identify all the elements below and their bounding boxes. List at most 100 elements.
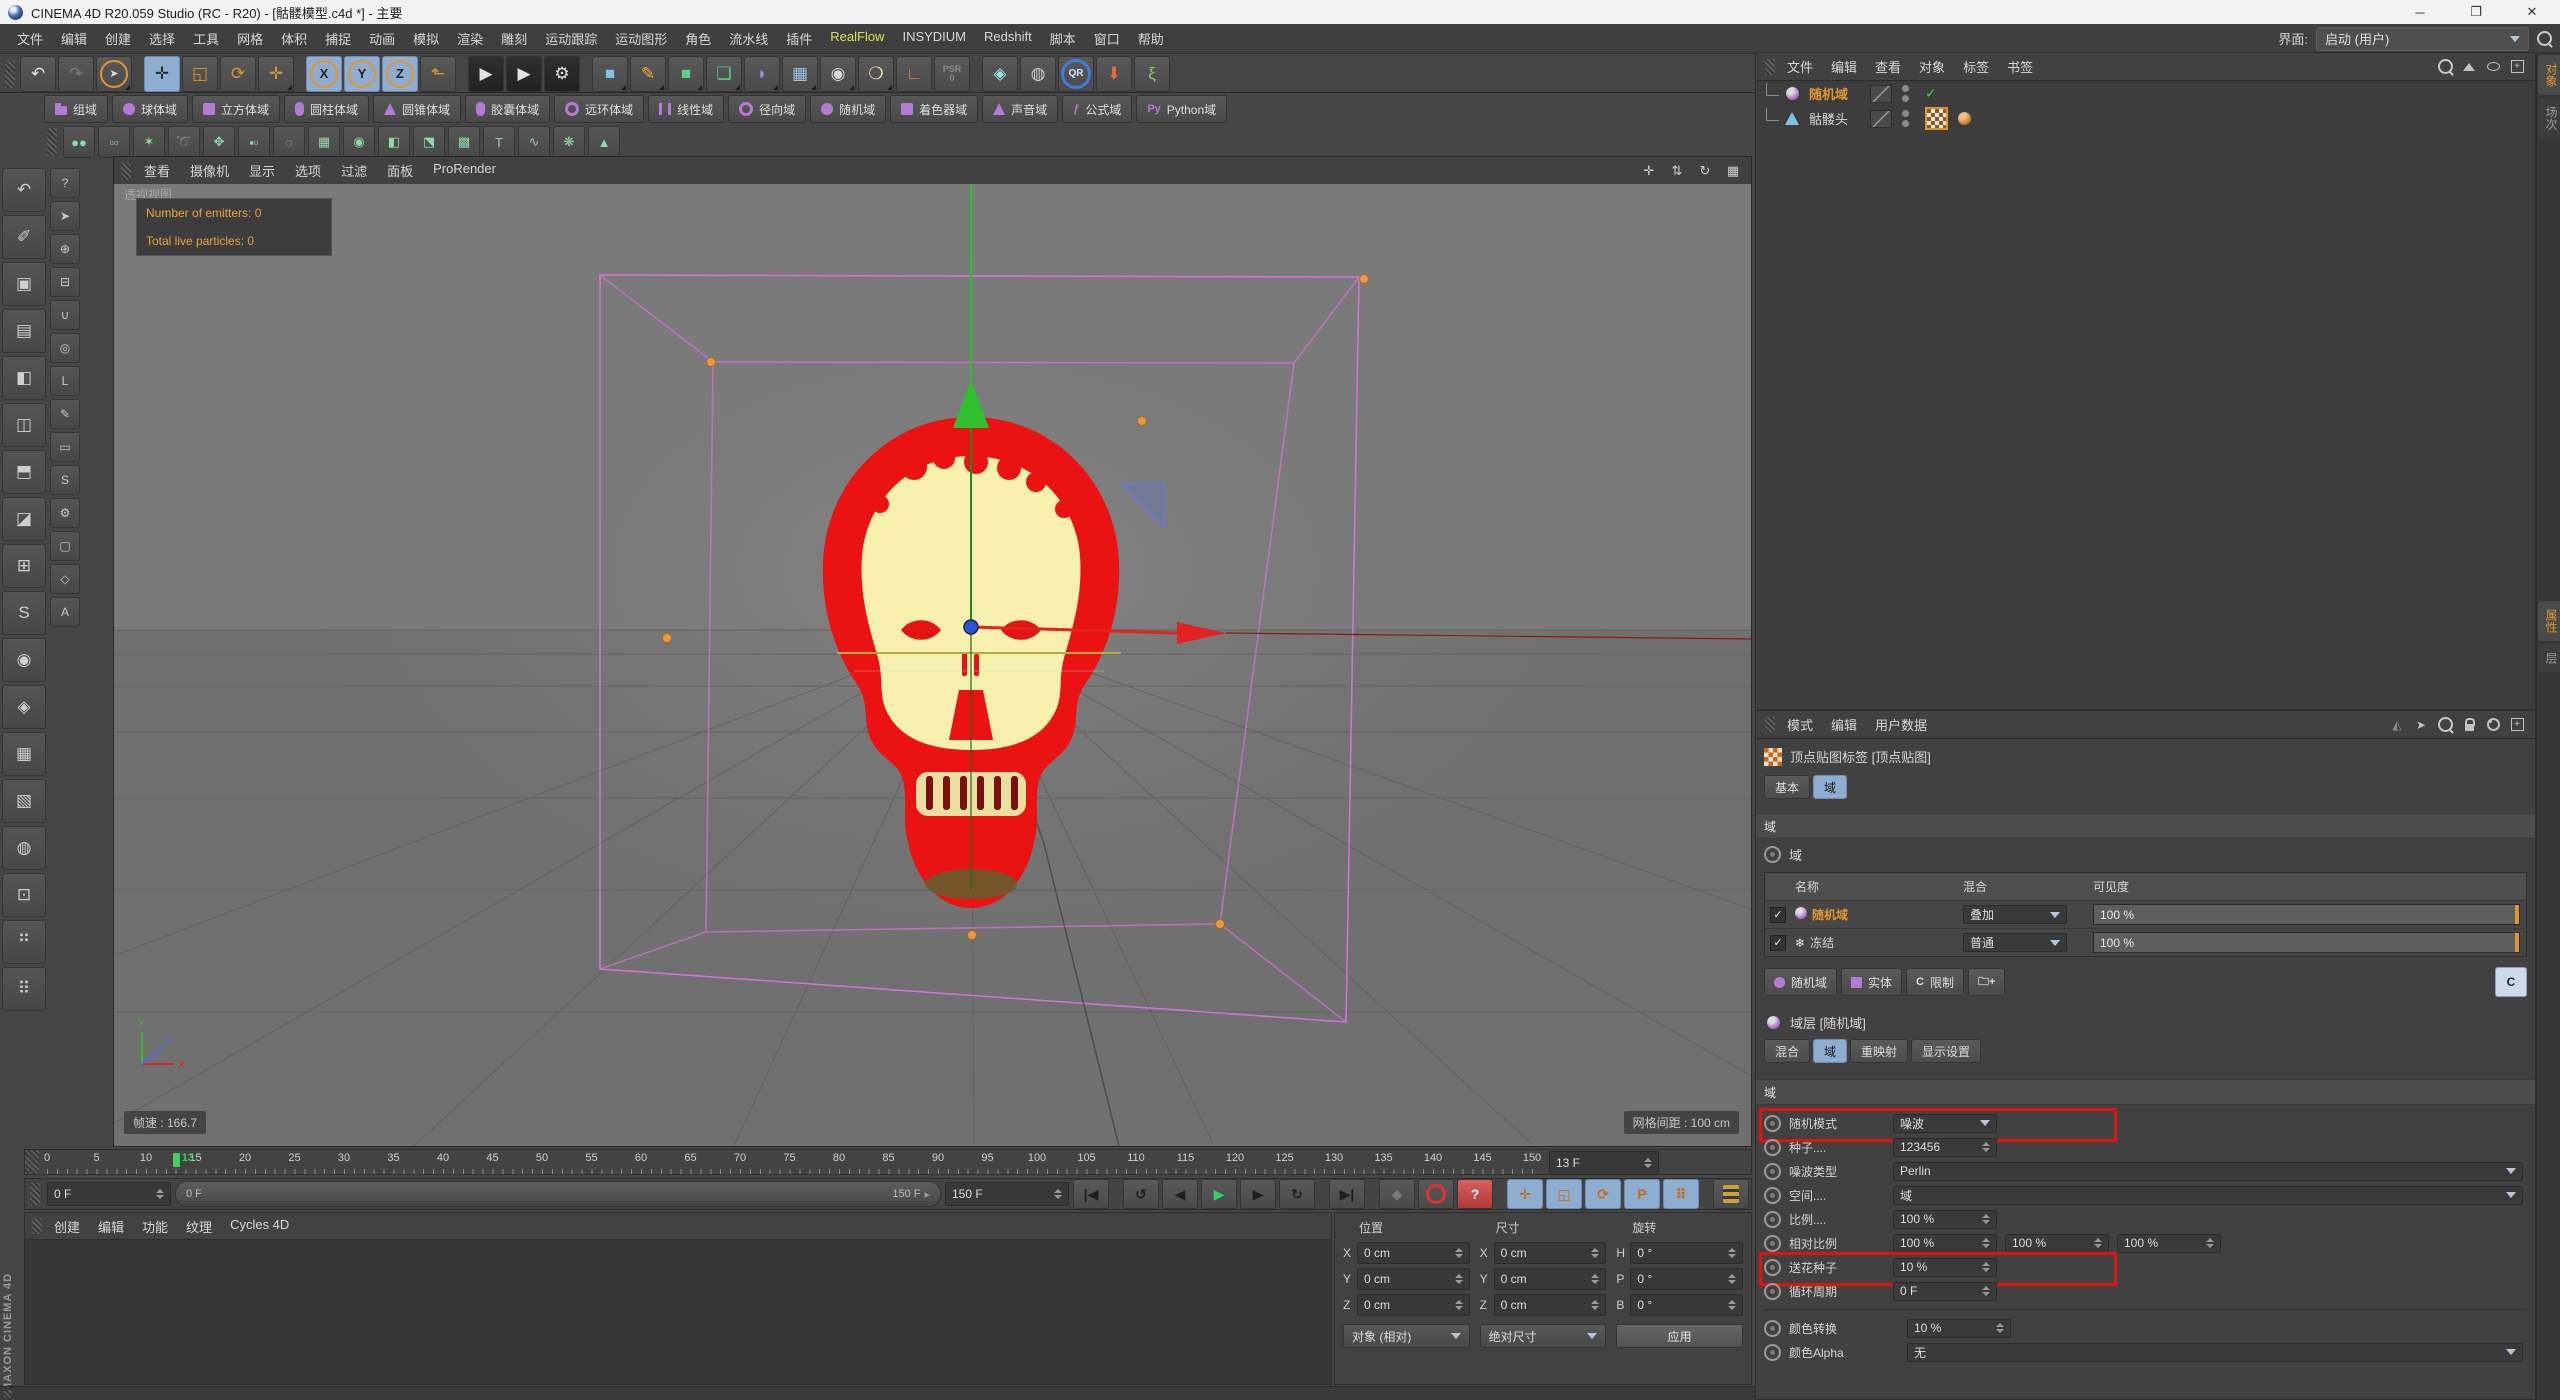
next-key-button[interactable]: ↻ (1279, 1179, 1315, 1209)
menu-item-标签[interactable]: 标签 (1954, 57, 1998, 76)
stepper-icon[interactable] (1591, 1300, 1599, 1310)
viewport-menu-过滤[interactable]: 过滤 (331, 161, 377, 180)
cone-icon[interactable] (1783, 110, 1801, 128)
left-tool-icon[interactable]: ⚙ (50, 498, 80, 528)
stepper-icon[interactable] (1644, 1158, 1652, 1168)
mograph-tool-icon[interactable]: ▲ (588, 126, 620, 158)
stepper-icon[interactable] (2094, 1238, 2102, 1248)
prev-frame-button[interactable]: ◀ (1162, 1179, 1198, 1209)
menu-item-模拟[interactable]: 模拟 (404, 29, 448, 48)
menu-item-编辑[interactable]: 编辑 (1822, 715, 1866, 734)
left-tool-icon[interactable]: ▤ (2, 309, 46, 353)
film-button[interactable] (1713, 1179, 1749, 1209)
object-row-骷髅头[interactable]: 骷髅头 (1756, 106, 2535, 131)
vertex-map-tag-icon[interactable] (1925, 107, 1948, 130)
field-button-胶囊体域[interactable]: 胶囊体域 (465, 95, 550, 123)
menu-item-帮助[interactable]: 帮助 (1129, 29, 1173, 48)
sphere-wireframe-icon[interactable]: ◍ (1020, 56, 1056, 92)
apply-button[interactable]: 应用 (1616, 1324, 1743, 1348)
scene-3d-view[interactable]: Y X Z (114, 184, 1751, 1146)
stepper-icon[interactable] (1982, 1238, 1990, 1248)
keyframe-scale-button[interactable]: ◱ (1546, 1179, 1582, 1209)
radio-icon[interactable] (1764, 1115, 1781, 1132)
viewport-menu-选项[interactable]: 选项 (285, 161, 331, 180)
param-spinner[interactable]: 100 % (1893, 1234, 1997, 1253)
field-button-Python域[interactable]: Py Python域 (1136, 95, 1227, 123)
coord-field-旋转-P[interactable]: P 0 ° (1616, 1268, 1743, 1290)
home-icon[interactable] (2461, 59, 2477, 75)
field-button-线性域[interactable]: 线性域 (648, 95, 724, 123)
rotate-icon[interactable]: ⟳ (220, 56, 256, 92)
radio-icon[interactable] (1764, 1283, 1781, 1300)
stepper-icon[interactable] (2206, 1238, 2214, 1248)
radio-icon[interactable] (1764, 1139, 1781, 1156)
minimize-icon[interactable]: ─ (2392, 0, 2448, 24)
preview-range-slider[interactable]: 0 F 150 F ▸ (175, 1181, 941, 1207)
side-tab-场次[interactable]: 场次 (2538, 98, 2560, 138)
left-tool-icon[interactable]: ▦ (2, 732, 46, 776)
stepper-icon[interactable] (1982, 1262, 1990, 1272)
layer-color-box[interactable] (1870, 110, 1892, 128)
param-dropdown[interactable]: Perlin (1893, 1162, 2523, 1181)
add-solid-button[interactable]: 实体 (1841, 968, 1902, 996)
mograph-tool-icon[interactable]: ∿ (518, 126, 550, 158)
left-tool-icon[interactable]: ⊟ (50, 267, 80, 297)
drag-grip[interactable] (1765, 59, 1775, 75)
random-field-icon[interactable] (1783, 85, 1801, 103)
playhead[interactable] (173, 1153, 180, 1167)
menu-item-工具[interactable]: 工具 (184, 29, 228, 48)
enabled-check-icon[interactable]: ✓ (1925, 85, 1937, 102)
blend-mode-select[interactable]: 普通 (1963, 933, 2067, 952)
coord-field-尺寸-X[interactable]: X 0 cm (1480, 1242, 1607, 1264)
viewport-canvas[interactable]: Y X Z 透视视图 Number of emitters: 0 Total l… (114, 184, 1751, 1146)
deformer-icon[interactable]: ◗ (744, 56, 780, 92)
menu-item-INSYDIUM[interactable]: INSYDIUM (893, 29, 975, 48)
tab-域[interactable]: 域 (1813, 775, 1847, 799)
left-tool-icon[interactable]: S (2, 591, 46, 635)
cursor-icon[interactable]: ➤ (2413, 717, 2429, 733)
keyframe-parameter-button[interactable]: P (1624, 1179, 1660, 1209)
menu-item-Redshift[interactable]: Redshift (975, 29, 1041, 48)
stepper-icon[interactable] (1982, 1286, 1990, 1296)
menu-item-运动图形[interactable]: 运动图形 (606, 29, 676, 48)
left-tool-icon[interactable]: ✎ (50, 399, 80, 429)
target-icon[interactable] (2485, 717, 2501, 733)
coord-field-尺寸-Z[interactable]: Z 0 cm (1480, 1294, 1607, 1316)
mograph-tool-icon[interactable]: ▩ (448, 126, 480, 158)
stepper-icon[interactable] (1054, 1189, 1062, 1199)
side-tab-层[interactable]: 层 (2538, 644, 2560, 672)
subdivision-surface-icon[interactable]: ■ (668, 56, 704, 92)
menu-item-编辑[interactable]: 编辑 (1822, 57, 1866, 76)
psr-zero-icon[interactable]: PSR0 (934, 56, 970, 92)
lock-y-axis-icon[interactable]: Y (344, 56, 380, 92)
menu-item-窗口[interactable]: 窗口 (1085, 29, 1129, 48)
menu-item-角色[interactable]: 角色 (676, 29, 720, 48)
mograph-tool-icon[interactable]: ❋ (553, 126, 585, 158)
timeline-ruler[interactable]: 0510152025303540455055606570758085909510… (24, 1149, 1752, 1175)
mograph-tool-icon[interactable]: ➰ (168, 126, 200, 158)
coord-field-位置-Z[interactable]: Z 0 cm (1343, 1294, 1470, 1316)
stepper-icon[interactable] (1982, 1214, 1990, 1224)
viewport-menu-ProRender[interactable]: ProRender (423, 161, 506, 180)
stepper-icon[interactable] (1728, 1274, 1736, 1284)
left-tool-icon[interactable]: A (50, 597, 80, 627)
stepper-icon[interactable] (1728, 1300, 1736, 1310)
toggle-view-icon[interactable]: ▦ (1723, 161, 1743, 181)
field-button-球体域[interactable]: 球体域 (112, 95, 188, 123)
drag-grip[interactable] (32, 1218, 42, 1234)
range-start-field[interactable]: 0 F (47, 1182, 171, 1206)
left-tool-icon[interactable]: ⬒ (2, 450, 46, 494)
keyframe-position-button[interactable]: ✛ (1507, 1179, 1543, 1209)
add-folder-button[interactable]: 🗀+ (1968, 968, 2005, 996)
section-header[interactable]: 域 (1756, 813, 2535, 839)
menu-item-编辑[interactable]: 编辑 (52, 29, 96, 48)
left-tool-icon[interactable]: S (50, 465, 80, 495)
drag-grip[interactable] (1765, 717, 1775, 733)
xpresso-icon[interactable]: ◈ (982, 56, 1018, 92)
mograph-tool-icon[interactable]: ●● (63, 126, 95, 158)
field-button-声音域[interactable]: 声音域 (982, 95, 1058, 123)
primitive-cube-icon[interactable]: ■ (592, 56, 628, 92)
interface-select[interactable]: 启动 (用户) (2316, 27, 2529, 51)
menu-item-文件[interactable]: 文件 (8, 29, 52, 48)
menu-item-用户数据[interactable]: 用户数据 (1866, 715, 1936, 734)
